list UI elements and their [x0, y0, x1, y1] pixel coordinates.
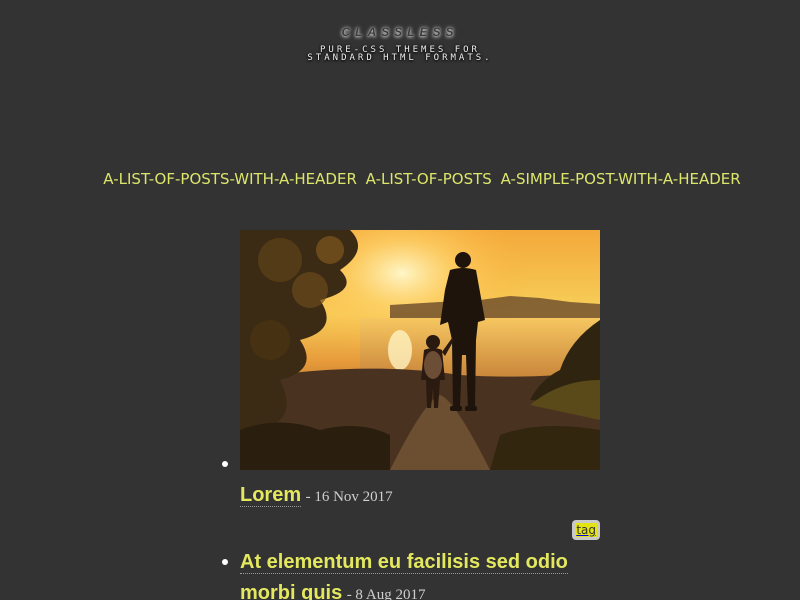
post-title-line: Lorem - 16 Nov 2017	[240, 480, 600, 511]
tag-badge[interactable]: tag	[572, 520, 600, 540]
main-nav: A-LIST-OF-POSTS-WITH-A-HEADER A-LIST-OF-…	[0, 170, 800, 188]
post-date: - 16 Nov 2017	[305, 489, 393, 505]
tag-label: tag	[575, 523, 597, 537]
nav-link-list-of-posts-with-header[interactable]: A-LIST-OF-POSTS-WITH-A-HEADER	[103, 170, 357, 188]
list-item: At elementum eu facilisis sed odio morbi…	[222, 547, 600, 600]
nav-link-list-of-posts[interactable]: A-LIST-OF-POSTS	[366, 170, 492, 188]
list-bullet	[222, 559, 228, 565]
list-bullet	[222, 461, 228, 467]
post-list: Lorem - 16 Nov 2017 tag At elementum eu …	[222, 230, 600, 600]
post-date: - 8 Aug 2017	[346, 587, 426, 600]
list-item: Lorem - 16 Nov 2017 tag	[222, 230, 600, 543]
nav-link-simple-post-with-header[interactable]: A-SIMPLE-POST-WITH-A-HEADER	[501, 170, 741, 188]
site-title: CLASSLESS	[341, 25, 459, 39]
post-image[interactable]	[240, 230, 600, 470]
post-title-link[interactable]: Lorem	[240, 484, 302, 507]
tag-row: tag	[240, 519, 600, 543]
post-title-line: At elementum eu facilisis sed odio morbi…	[240, 547, 600, 600]
site-tagline: PURE-CSS THEMES FOR STANDARD HTML FORMAT…	[307, 45, 493, 63]
